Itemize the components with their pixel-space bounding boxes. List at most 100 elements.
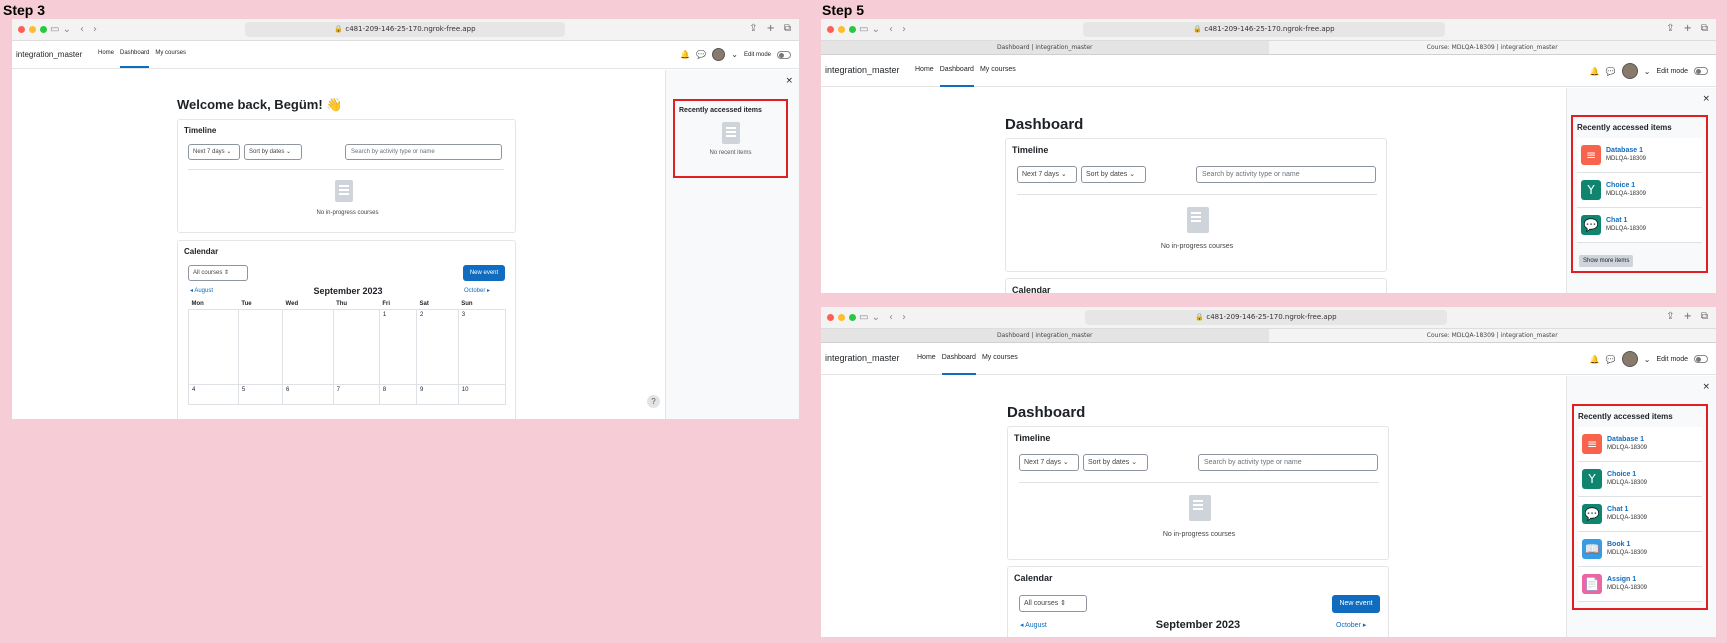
nav-home[interactable]: Home <box>98 41 114 68</box>
nav-my-courses[interactable]: My courses <box>155 41 186 68</box>
close-drawer-icon[interactable]: × <box>1702 382 1710 392</box>
recent-item-name[interactable]: Chat 1 <box>1606 217 1646 225</box>
help-icon[interactable]: ? <box>647 395 660 408</box>
new-event-button[interactable]: New event <box>1332 595 1380 613</box>
course-filter[interactable]: All courses ⇕ <box>188 265 248 281</box>
chevron-down-icon[interactable]: ⌄ <box>1644 67 1651 76</box>
share-icon[interactable]: ⇪ <box>749 23 757 34</box>
edit-mode-toggle[interactable] <box>1694 67 1708 75</box>
recent-item[interactable]: 📄 Assign 1 MDLQA-18309 <box>1578 567 1702 602</box>
messages-icon[interactable]: 💬 <box>1606 355 1616 364</box>
share-icon[interactable]: ⇪ <box>1666 23 1674 34</box>
recent-item[interactable]: 💬 Chat 1 MDLQA-18309 <box>1577 208 1702 243</box>
address-bar[interactable]: 🔒 c481-209-146-25-170.ngrok-free.app <box>1085 310 1447 325</box>
sort-filter[interactable]: Sort by dates ⌄ <box>1081 166 1146 183</box>
recent-item-name[interactable]: Book 1 <box>1607 541 1647 549</box>
user-avatar[interactable] <box>1621 351 1638 367</box>
tab-course[interactable]: Course: MDLQA-18309 | integration_master <box>1268 41 1716 54</box>
prev-month-link[interactable]: ◂ August <box>1020 621 1047 629</box>
forward-icon[interactable]: › <box>902 312 906 323</box>
days-filter[interactable]: Next 7 days ⌄ <box>1019 454 1079 471</box>
recent-item[interactable]: Y Choice 1 MDLQA-18309 <box>1578 462 1702 497</box>
forward-icon[interactable]: › <box>93 24 97 35</box>
new-tab-icon[interactable]: + <box>1683 23 1691 34</box>
days-filter[interactable]: Next 7 days ⌄ <box>1017 166 1077 183</box>
nav-my-courses[interactable]: My courses <box>982 343 1018 375</box>
recent-item[interactable]: ≡ Database 1 MDLQA-18309 <box>1577 138 1702 173</box>
timeline-search-input[interactable]: Search by activity type or name <box>1196 166 1376 183</box>
calendar-day-cell[interactable]: 8 <box>378 384 418 405</box>
site-name[interactable]: integration_master <box>16 50 82 59</box>
maximize-window-icon[interactable] <box>849 26 856 33</box>
recent-item-name[interactable]: Chat 1 <box>1607 506 1647 514</box>
recent-item-name[interactable]: Choice 1 <box>1606 182 1646 190</box>
calendar-day-cell[interactable] <box>332 309 380 385</box>
course-filter[interactable]: All courses ⇕ <box>1019 595 1087 612</box>
sidebar-toggle-icon[interactable]: ▭ ⌄ <box>859 312 880 323</box>
recent-item[interactable]: ≡ Database 1 MDLQA-18309 <box>1578 427 1702 462</box>
nav-my-courses[interactable]: My courses <box>980 55 1016 87</box>
tab-dashboard[interactable]: Dashboard | integration_master <box>821 41 1269 54</box>
next-month-link[interactable]: October ▸ <box>1336 621 1366 629</box>
back-icon[interactable]: ‹ <box>80 24 84 35</box>
nav-home[interactable]: Home <box>915 55 934 87</box>
recent-item[interactable]: Y Choice 1 MDLQA-18309 <box>1577 173 1702 208</box>
notifications-icon[interactable]: 🔔 <box>680 50 690 59</box>
user-avatar[interactable] <box>1621 63 1638 79</box>
nav-dashboard[interactable]: Dashboard <box>120 41 150 68</box>
calendar-day-cell[interactable]: 2 <box>416 309 459 385</box>
recent-item-name[interactable]: Database 1 <box>1607 436 1647 444</box>
calendar-day-cell[interactable] <box>282 309 334 385</box>
calendar-day-cell[interactable] <box>188 309 239 385</box>
days-filter[interactable]: Next 7 days ⌄ <box>188 144 240 160</box>
nav-dashboard[interactable]: Dashboard <box>939 55 974 87</box>
new-tab-icon[interactable]: + <box>1683 311 1691 322</box>
maximize-window-icon[interactable] <box>849 314 856 321</box>
forward-icon[interactable]: › <box>902 24 906 35</box>
back-icon[interactable]: ‹ <box>889 312 893 323</box>
chevron-down-icon[interactable]: ⌄ <box>1644 355 1651 364</box>
recent-item[interactable]: 💬 Chat 1 MDLQA-18309 <box>1578 497 1702 532</box>
tabs-overview-icon[interactable]: ⧉ <box>784 23 791 34</box>
minimize-window-icon[interactable] <box>838 314 845 321</box>
timeline-search-input[interactable]: Search by activity type or name <box>345 144 502 160</box>
calendar-day-cell[interactable]: 9 <box>416 384 459 405</box>
prev-month-link[interactable]: ◂ August <box>190 287 213 294</box>
show-more-button[interactable]: Show more items <box>1579 255 1634 267</box>
chevron-down-icon[interactable]: ⌄ <box>731 50 738 59</box>
close-drawer-icon[interactable]: × <box>1702 94 1710 104</box>
address-bar[interactable]: 🔒 c481-209-146-25-170.ngrok-free.app <box>245 22 565 37</box>
messages-icon[interactable]: 💬 <box>1606 67 1616 76</box>
recent-item-name[interactable]: Database 1 <box>1606 147 1646 155</box>
calendar-day-cell[interactable]: 6 <box>282 384 334 405</box>
new-tab-icon[interactable]: + <box>766 23 774 34</box>
calendar-day-cell[interactable] <box>237 309 284 385</box>
sidebar-toggle-icon[interactable]: ▭ ⌄ <box>50 24 71 35</box>
sidebar-toggle-icon[interactable]: ▭ ⌄ <box>859 24 880 35</box>
nav-dashboard[interactable]: Dashboard <box>941 343 976 375</box>
calendar-day-cell[interactable]: 10 <box>457 384 507 405</box>
sort-filter[interactable]: Sort by dates ⌄ <box>244 144 302 160</box>
recent-item-name[interactable]: Choice 1 <box>1607 471 1647 479</box>
recent-item-name[interactable]: Assign 1 <box>1607 576 1647 584</box>
notifications-icon[interactable]: 🔔 <box>1590 355 1600 364</box>
minimize-window-icon[interactable] <box>29 26 36 33</box>
calendar-day-cell[interactable]: 7 <box>332 384 380 405</box>
recent-item[interactable]: 📖 Book 1 MDLQA-18309 <box>1578 532 1702 567</box>
close-window-icon[interactable] <box>827 314 834 321</box>
close-drawer-icon[interactable]: × <box>785 76 793 86</box>
tab-course[interactable]: Course: MDLQA-18309 | integration_master <box>1268 329 1716 342</box>
calendar-day-cell[interactable]: 5 <box>237 384 284 405</box>
tabs-overview-icon[interactable]: ⧉ <box>1701 311 1708 322</box>
sort-filter[interactable]: Sort by dates ⌄ <box>1083 454 1148 471</box>
nav-home[interactable]: Home <box>917 343 936 375</box>
user-avatar[interactable] <box>712 48 726 61</box>
calendar-day-cell[interactable]: 4 <box>188 384 239 405</box>
close-window-icon[interactable] <box>18 26 25 33</box>
maximize-window-icon[interactable] <box>40 26 47 33</box>
next-month-link[interactable]: October ▸ <box>464 287 490 294</box>
messages-icon[interactable]: 💬 <box>696 50 706 59</box>
notifications-icon[interactable]: 🔔 <box>1590 67 1600 76</box>
minimize-window-icon[interactable] <box>838 26 845 33</box>
close-window-icon[interactable] <box>827 26 834 33</box>
